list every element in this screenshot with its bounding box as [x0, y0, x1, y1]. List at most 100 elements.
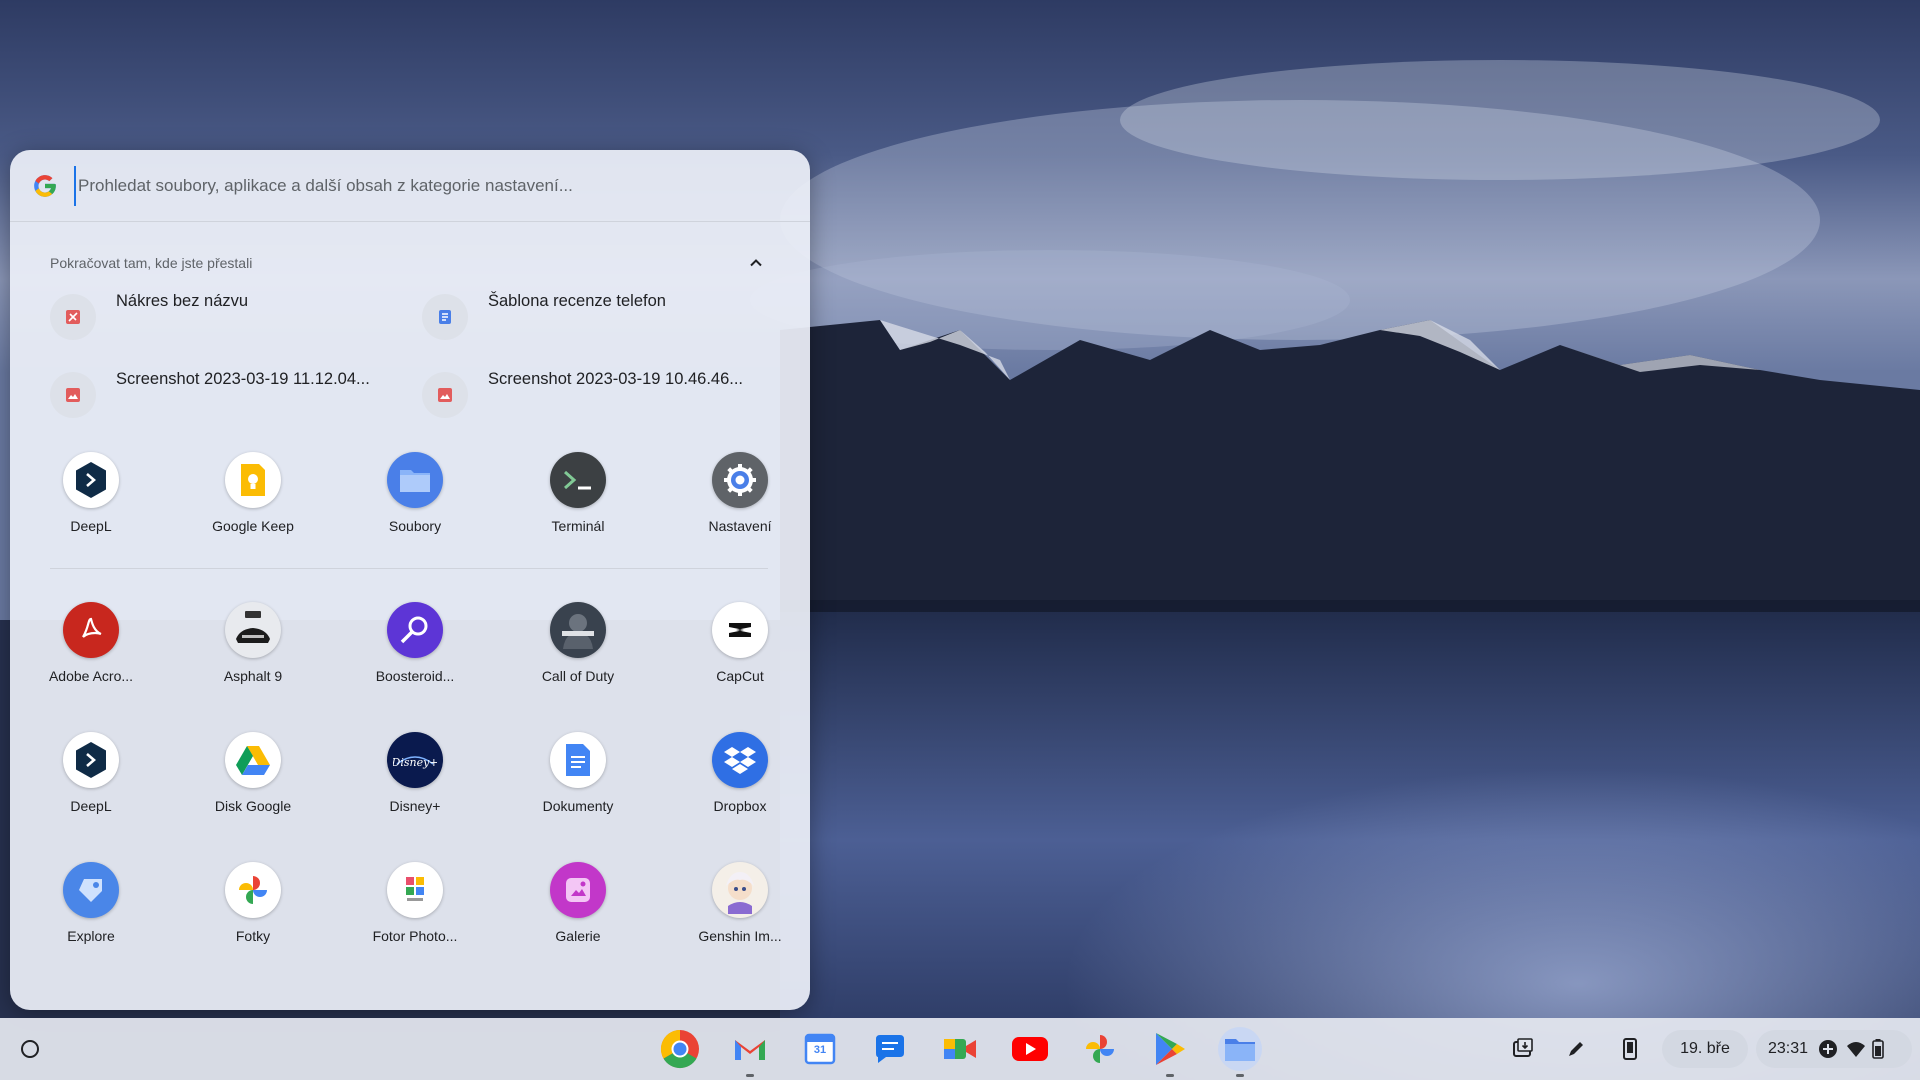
shelf-photos[interactable]	[1078, 1027, 1122, 1071]
app-label: Genshin Im...	[698, 928, 782, 944]
disney-icon: Disney+	[387, 732, 443, 788]
status-area[interactable]: 23:31	[1756, 1030, 1912, 1068]
app-label: Terminál	[551, 518, 605, 534]
shelf-files[interactable]	[1218, 1027, 1262, 1077]
app-label: Soubory	[388, 518, 442, 534]
shelf-gmail[interactable]	[728, 1027, 772, 1077]
app-dokumenty[interactable]: Dokumenty	[513, 732, 643, 814]
app-disk-google[interactable]: Disk Google	[188, 732, 318, 814]
google-g-icon	[34, 174, 56, 197]
app-nastaveni[interactable]: Nastavení	[675, 452, 805, 534]
continue-item[interactable]: Screenshot 2023-03-19 11.12.04...	[50, 368, 422, 426]
fotor-icon	[387, 862, 443, 918]
continue-item[interactable]: Šablona recenze telefon	[422, 290, 794, 348]
meet-icon	[944, 1039, 976, 1059]
launcher-button[interactable]	[10, 1029, 50, 1069]
continue-section: Pokračovat tam, kde jste přestali Nákres…	[10, 222, 810, 426]
time-text: 23:31	[1768, 1040, 1809, 1057]
app-fotky[interactable]: Fotky	[188, 862, 318, 944]
continue-section-title: Pokračovat tam, kde jste přestali	[50, 255, 253, 271]
app-label: Nastavení	[708, 518, 772, 534]
app-label: Fotor Photo...	[372, 928, 458, 944]
tray-stylus[interactable]	[1559, 1032, 1593, 1066]
capcut-icon	[712, 602, 768, 658]
continue-item[interactable]: Screenshot 2023-03-19 10.46.46...	[422, 368, 794, 426]
asphalt-icon	[225, 602, 281, 658]
running-indicator	[746, 1074, 754, 1077]
app-terminal[interactable]: Terminál	[513, 452, 643, 534]
continue-item-label: Nákres bez názvu	[116, 292, 249, 310]
continue-item[interactable]: Nákres bez názvu	[50, 290, 422, 348]
app-label: Disk Google	[214, 798, 292, 814]
explore-icon	[63, 862, 119, 918]
callofduty-icon	[550, 602, 606, 658]
shelf-calendar[interactable]: 31	[798, 1027, 842, 1071]
search-bar	[10, 150, 810, 222]
play-store-icon	[1156, 1033, 1185, 1065]
app-label: Adobe Acro...	[48, 668, 134, 684]
app-label: Explore	[67, 928, 115, 944]
wifi-icon	[1847, 1042, 1866, 1057]
app-label: CapCut	[716, 668, 764, 684]
app-label: Call of Duty	[541, 668, 615, 684]
stylus-pen-icon	[1569, 1042, 1583, 1056]
app-label: DeepL	[70, 798, 112, 814]
app-label: Fotky	[235, 928, 271, 944]
shelf-meet[interactable]	[938, 1027, 982, 1071]
app-asphalt-9[interactable]: Asphalt 9	[188, 602, 318, 684]
tray-phone-hub[interactable]	[1613, 1032, 1647, 1066]
image-icon	[50, 372, 96, 418]
app-soubory[interactable]: Soubory	[350, 452, 480, 534]
app-galerie[interactable]: Galerie	[513, 862, 643, 944]
app-fotor[interactable]: Fotor Photo...	[350, 862, 480, 944]
drawing-icon	[50, 294, 96, 340]
battery-icon	[1872, 1039, 1884, 1059]
plus-badge-icon	[1819, 1040, 1838, 1058]
shelf: 31 19. bře 23:31	[0, 1018, 1920, 1080]
genshin-icon	[712, 862, 768, 918]
shelf-youtube[interactable]	[1008, 1027, 1052, 1071]
photos-icon	[225, 862, 281, 918]
app-label: Asphalt 9	[223, 668, 283, 684]
launcher-circle-icon	[21, 1040, 39, 1058]
app-google-keep[interactable]: Google Keep	[188, 452, 318, 534]
shelf-chat[interactable]	[868, 1027, 912, 1071]
phone-icon	[1623, 1038, 1637, 1060]
app-capcut[interactable]: CapCut	[675, 602, 805, 684]
app-label: Dropbox	[713, 798, 767, 814]
tray-screen-capture[interactable]	[1506, 1032, 1540, 1066]
continue-item-label: Screenshot 2023-03-19 10.46.46...	[488, 370, 744, 388]
calendar-day: 31	[813, 1044, 827, 1056]
collapse-chevron-up-icon[interactable]	[742, 249, 770, 277]
app-explore[interactable]: Explore	[26, 862, 156, 944]
terminal-icon	[550, 452, 606, 508]
boosteroid-icon	[387, 602, 443, 658]
app-disney-plus[interactable]: Disney+ Disney+	[350, 732, 480, 814]
app-boosteroid[interactable]: Boosteroid...	[350, 602, 480, 684]
pinned-apps-row: DeepL Google Keep Soubory Terminál Nasta…	[10, 452, 810, 562]
app-adobe-acrobat[interactable]: Adobe Acro...	[26, 602, 156, 684]
chat-icon	[876, 1035, 904, 1063]
apps-row: Adobe Acro... Asphalt 9 Boosteroid... Ca…	[10, 602, 810, 712]
app-label: DeepL	[70, 518, 112, 534]
app-call-of-duty[interactable]: Call of Duty	[513, 602, 643, 684]
shelf-play-store[interactable]	[1148, 1027, 1192, 1077]
continue-item-label: Šablona recenze telefon	[488, 292, 666, 310]
gmail-icon	[735, 1040, 765, 1060]
files-icon	[387, 452, 443, 508]
shelf-chrome[interactable]	[658, 1027, 702, 1071]
deepl-icon	[63, 732, 119, 788]
app-deepl[interactable]: DeepL	[26, 732, 156, 814]
date-pill[interactable]: 19. bře	[1662, 1030, 1748, 1068]
search-input[interactable]	[74, 165, 810, 206]
files-icon	[1225, 1039, 1255, 1061]
dropbox-icon	[712, 732, 768, 788]
app-label: Dokumenty	[542, 798, 614, 814]
app-label: Google Keep	[212, 518, 294, 534]
app-deepl[interactable]: DeepL	[26, 452, 156, 534]
app-genshin-impact[interactable]: Genshin Im...	[675, 862, 805, 944]
docs-icon	[550, 732, 606, 788]
keep-icon	[225, 452, 281, 508]
app-dropbox[interactable]: Dropbox	[675, 732, 805, 814]
running-indicator	[1166, 1074, 1174, 1077]
